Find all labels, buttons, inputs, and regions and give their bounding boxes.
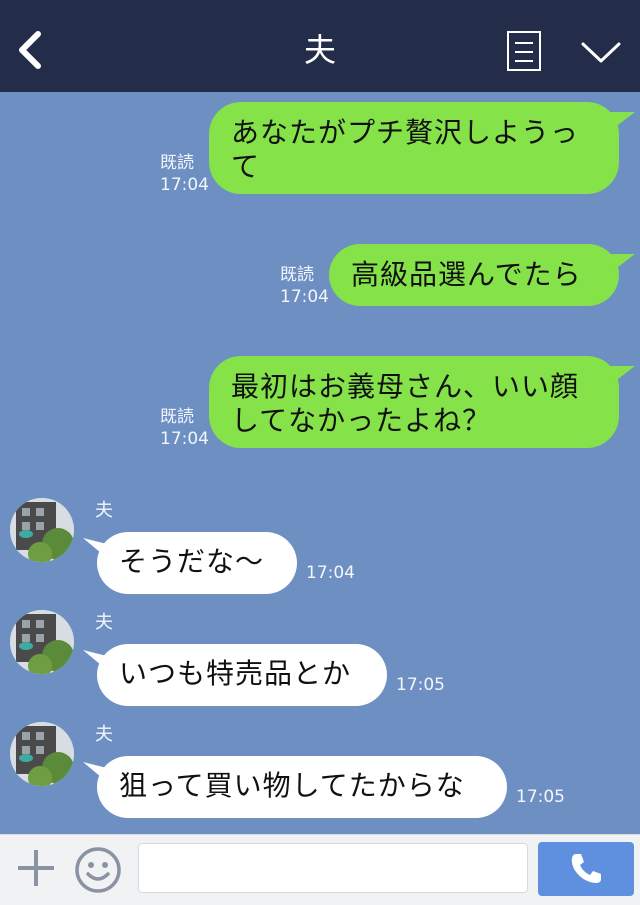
- input-bar: [0, 834, 640, 905]
- sender-name: 夫: [95, 500, 113, 521]
- smiley-icon[interactable]: [74, 846, 122, 894]
- sender-name: 夫: [95, 612, 113, 633]
- call-button[interactable]: [538, 842, 634, 896]
- menu-icon[interactable]: [507, 31, 541, 71]
- avatar[interactable]: [10, 722, 74, 786]
- message-text: あなたがプチ贅沢しようっ: [231, 116, 580, 149]
- message-text: 高級品選んでたら: [351, 258, 582, 291]
- message-time: 17:05: [396, 675, 445, 695]
- chevron-down-icon[interactable]: [580, 40, 622, 66]
- message-text: いつも特売品とか: [119, 657, 352, 690]
- plus-icon[interactable]: [16, 848, 56, 888]
- avatar[interactable]: [10, 498, 74, 562]
- received-message-bubble[interactable]: 狙って買い物してたからな: [97, 756, 507, 818]
- message-text: してなかったよね？: [231, 404, 492, 437]
- avatar[interactable]: [10, 610, 74, 674]
- chat-header: 夫: [0, 0, 640, 92]
- sent-message-bubble[interactable]: あなたがプチ贅沢しようっ て: [209, 102, 619, 194]
- chat-title: 夫: [303, 31, 336, 69]
- message-time: 17:05: [516, 787, 565, 807]
- message-text: 最初はお義母さん、いい顔: [231, 370, 580, 403]
- message-time: 17:04: [306, 563, 355, 583]
- received-message-bubble[interactable]: いつも特売品とか: [97, 644, 387, 706]
- phone-icon: [571, 854, 601, 883]
- message-text: そうだな～: [119, 545, 265, 578]
- message-text: て: [231, 150, 261, 183]
- received-message-bubble[interactable]: そうだな～: [97, 532, 297, 594]
- read-receipt: 既読 17:04: [280, 265, 329, 307]
- message-input[interactable]: [138, 843, 528, 893]
- message-list[interactable]: 既読 17:04 あなたがプチ贅沢しようっ て 既読 17:04 高級品選んでた…: [0, 92, 640, 834]
- sent-message-bubble[interactable]: 高級品選んでたら: [329, 244, 619, 306]
- sent-message-bubble[interactable]: 最初はお義母さん、いい顔 してなかったよね？: [209, 356, 619, 448]
- message-text: 狙って買い物してたからな: [119, 769, 465, 802]
- read-receipt: 既読 17:04: [160, 407, 209, 449]
- sender-name: 夫: [95, 724, 113, 745]
- read-receipt: 既読 17:04: [160, 153, 209, 195]
